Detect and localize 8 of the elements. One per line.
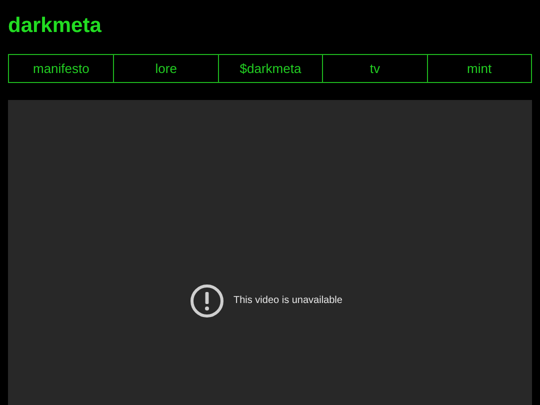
nav-link[interactable]: manifesto: [9, 55, 114, 82]
site-title: darkmeta: [8, 13, 102, 39]
nav-link[interactable]: lore: [113, 55, 218, 82]
exclamation-icon: [190, 284, 224, 318]
nav-link[interactable]: $darkmeta: [218, 55, 322, 82]
nav-link[interactable]: mint: [426, 55, 531, 82]
nav-link[interactable]: tv: [322, 55, 427, 82]
video-unavailable-message: This video is unavailable: [234, 295, 342, 306]
